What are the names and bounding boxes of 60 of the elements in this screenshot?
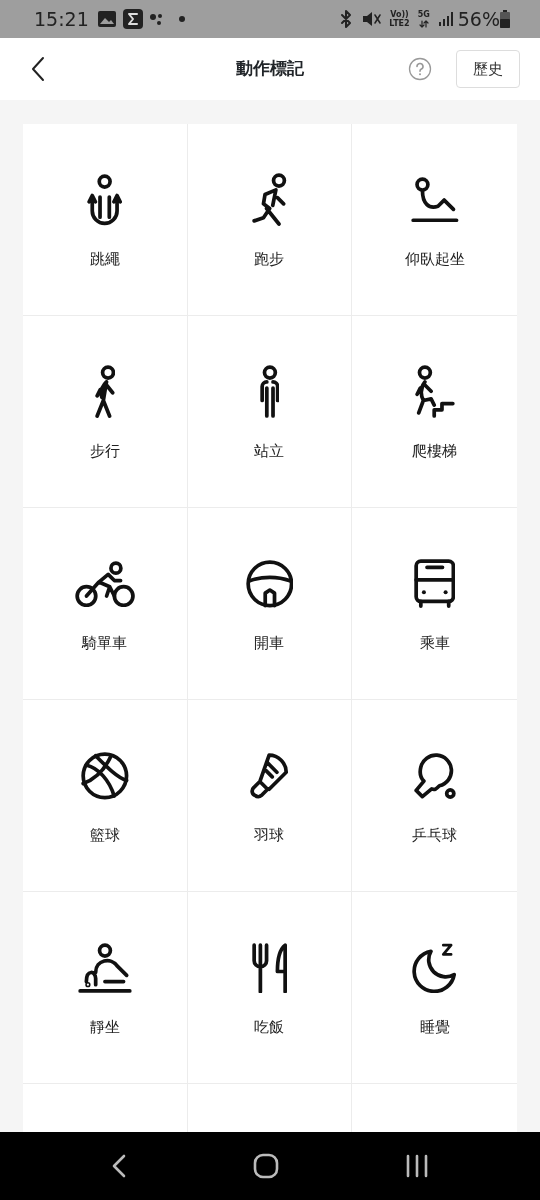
activity-label: 跳繩 (89, 249, 120, 270)
bus-icon (413, 559, 456, 609)
network-label: 5G (417, 10, 430, 19)
history-button[interactable]: 歷史 (456, 49, 520, 89)
activity-label: 跑步 (254, 249, 285, 270)
activity-tile[interactable]: 靜坐 (23, 892, 188, 1084)
activity-tile[interactable]: 吃飯 (187, 892, 353, 1084)
battery-percent: 56% (457, 6, 500, 32)
assistant-dots-icon (148, 11, 165, 27)
home-nav-icon[interactable] (253, 1153, 279, 1179)
activity-label: 騎單車 (82, 633, 128, 654)
activity-tile[interactable]: 開車 (187, 508, 353, 700)
signal-icon (437, 11, 454, 27)
cyclist-icon (74, 560, 135, 608)
activity-label: 籃球 (89, 825, 120, 846)
activity-label: 乒乓球 (412, 825, 458, 846)
status-time: 15:21 (34, 6, 89, 32)
steering-wheel-icon (245, 560, 294, 608)
back-nav-icon[interactable] (111, 1153, 127, 1179)
stair-climbing-figure-icon (414, 365, 455, 419)
activity-tile[interactable]: 跳繩 (23, 124, 188, 316)
recent-apps-icon[interactable] (405, 1154, 429, 1178)
activity-label: 羽球 (254, 825, 285, 846)
seated-figure-icon (77, 942, 132, 994)
network-label: LTE2 (389, 19, 410, 28)
table-tennis-paddle-icon (413, 752, 456, 800)
activity-label: 爬樓梯 (412, 441, 458, 462)
notification-dot-icon (178, 16, 185, 22)
activity-label: 吃飯 (254, 1017, 285, 1038)
activity-label: 仰臥起坐 (404, 249, 465, 270)
activity-label: 開車 (254, 633, 285, 654)
sit-up-icon (410, 177, 459, 223)
activity-tile[interactable]: 羽球 (187, 700, 353, 892)
fork-and-knife-icon (251, 942, 288, 994)
activity-label: 步行 (89, 441, 120, 462)
jump-rope-icon (87, 174, 123, 226)
page-title: 動作標記 (236, 57, 304, 81)
bluetooth-icon (339, 9, 354, 29)
activity-label: 站立 (254, 441, 285, 462)
activity-tile[interactable]: 步行 (23, 316, 188, 508)
mute-icon (361, 10, 382, 28)
battery-icon (500, 10, 510, 28)
sigma-app-icon (122, 9, 143, 29)
walking-figure-icon (94, 365, 116, 419)
activity-tile[interactable]: 站立 (187, 316, 353, 508)
activity-label: 靜坐 (89, 1017, 120, 1038)
activity-tile[interactable]: 籃球 (23, 700, 188, 892)
network-label: Vo)) (389, 10, 410, 19)
activity-label: 乘車 (419, 633, 450, 654)
activity-tile[interactable]: 跑步 (187, 124, 353, 316)
running-figure-icon (252, 173, 287, 227)
activity-label: 睡覺 (419, 1017, 450, 1038)
basketball-icon (80, 752, 129, 800)
standing-figure-icon (259, 365, 280, 419)
data-arrows-icon (418, 19, 429, 28)
help-icon[interactable] (408, 57, 432, 81)
moon-icon (412, 942, 457, 994)
activity-tile[interactable]: 騎單車 (23, 508, 188, 700)
gallery-icon (96, 10, 117, 28)
shuttlecock-icon (250, 753, 289, 799)
